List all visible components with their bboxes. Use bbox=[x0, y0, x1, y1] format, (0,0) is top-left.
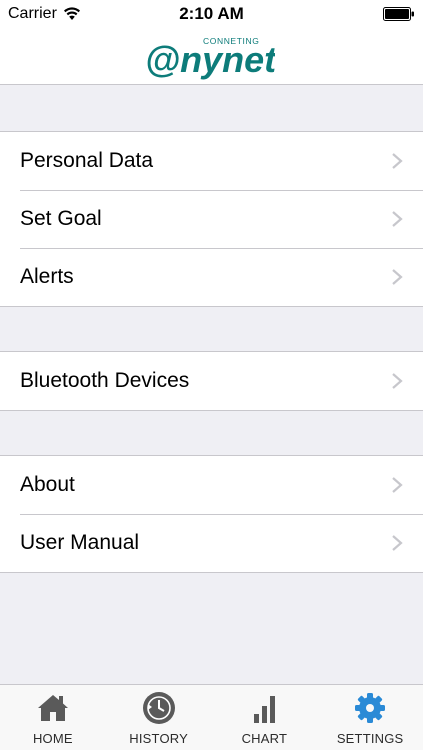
row-label: User Manual bbox=[20, 531, 140, 554]
settings-screen: Carrier 2:10 AM CONNETING @nynet Persona… bbox=[0, 0, 423, 750]
tab-bar: HOME HISTORY CHART SETTINGS bbox=[0, 684, 423, 750]
history-icon bbox=[142, 692, 175, 724]
settings-group-info: About User Manual bbox=[0, 455, 423, 573]
row-label: Bluetooth Devices bbox=[20, 369, 190, 392]
chevron-right-icon bbox=[392, 211, 403, 227]
row-label: Set Goal bbox=[20, 207, 102, 230]
chevron-right-icon bbox=[392, 535, 403, 551]
gear-icon bbox=[355, 693, 386, 723]
header: CONNETING @nynet bbox=[0, 28, 423, 85]
tab-label: HOME bbox=[32, 731, 73, 746]
tab-label: HISTORY bbox=[129, 731, 188, 746]
tab-chart[interactable]: CHART bbox=[212, 685, 318, 750]
bar-chart-icon bbox=[254, 696, 276, 723]
row-about[interactable]: About bbox=[0, 456, 423, 514]
tab-label: SETTINGS bbox=[336, 731, 404, 746]
tab-home[interactable]: HOME bbox=[0, 685, 106, 750]
settings-group-profile: Personal Data Set Goal Alerts bbox=[0, 131, 423, 307]
row-bluetooth-devices[interactable]: Bluetooth Devices bbox=[0, 352, 423, 410]
anynet-logo: CONNETING @nynet bbox=[145, 36, 275, 80]
status-time: 2:10 AM bbox=[179, 4, 244, 23]
svg-text:@nynet: @nynet bbox=[145, 39, 275, 80]
row-label: About bbox=[20, 473, 75, 496]
row-label: Personal Data bbox=[20, 149, 154, 172]
chevron-right-icon bbox=[392, 477, 403, 493]
chevron-right-icon bbox=[392, 153, 403, 169]
chevron-right-icon bbox=[392, 269, 403, 285]
settings-group-devices: Bluetooth Devices bbox=[0, 351, 423, 411]
row-alerts[interactable]: Alerts bbox=[0, 248, 423, 306]
tab-history[interactable]: HISTORY bbox=[106, 685, 212, 750]
status-bar: Carrier 2:10 AM bbox=[0, 0, 423, 28]
chevron-right-icon bbox=[392, 373, 403, 389]
row-label: Alerts bbox=[20, 265, 74, 288]
tab-label: CHART bbox=[241, 731, 288, 746]
row-personal-data[interactable]: Personal Data bbox=[0, 132, 423, 190]
tab-settings[interactable]: SETTINGS bbox=[317, 685, 423, 750]
home-icon bbox=[37, 695, 68, 721]
row-set-goal[interactable]: Set Goal bbox=[0, 190, 423, 248]
battery-icon bbox=[383, 7, 414, 21]
row-user-manual[interactable]: User Manual bbox=[0, 514, 423, 572]
